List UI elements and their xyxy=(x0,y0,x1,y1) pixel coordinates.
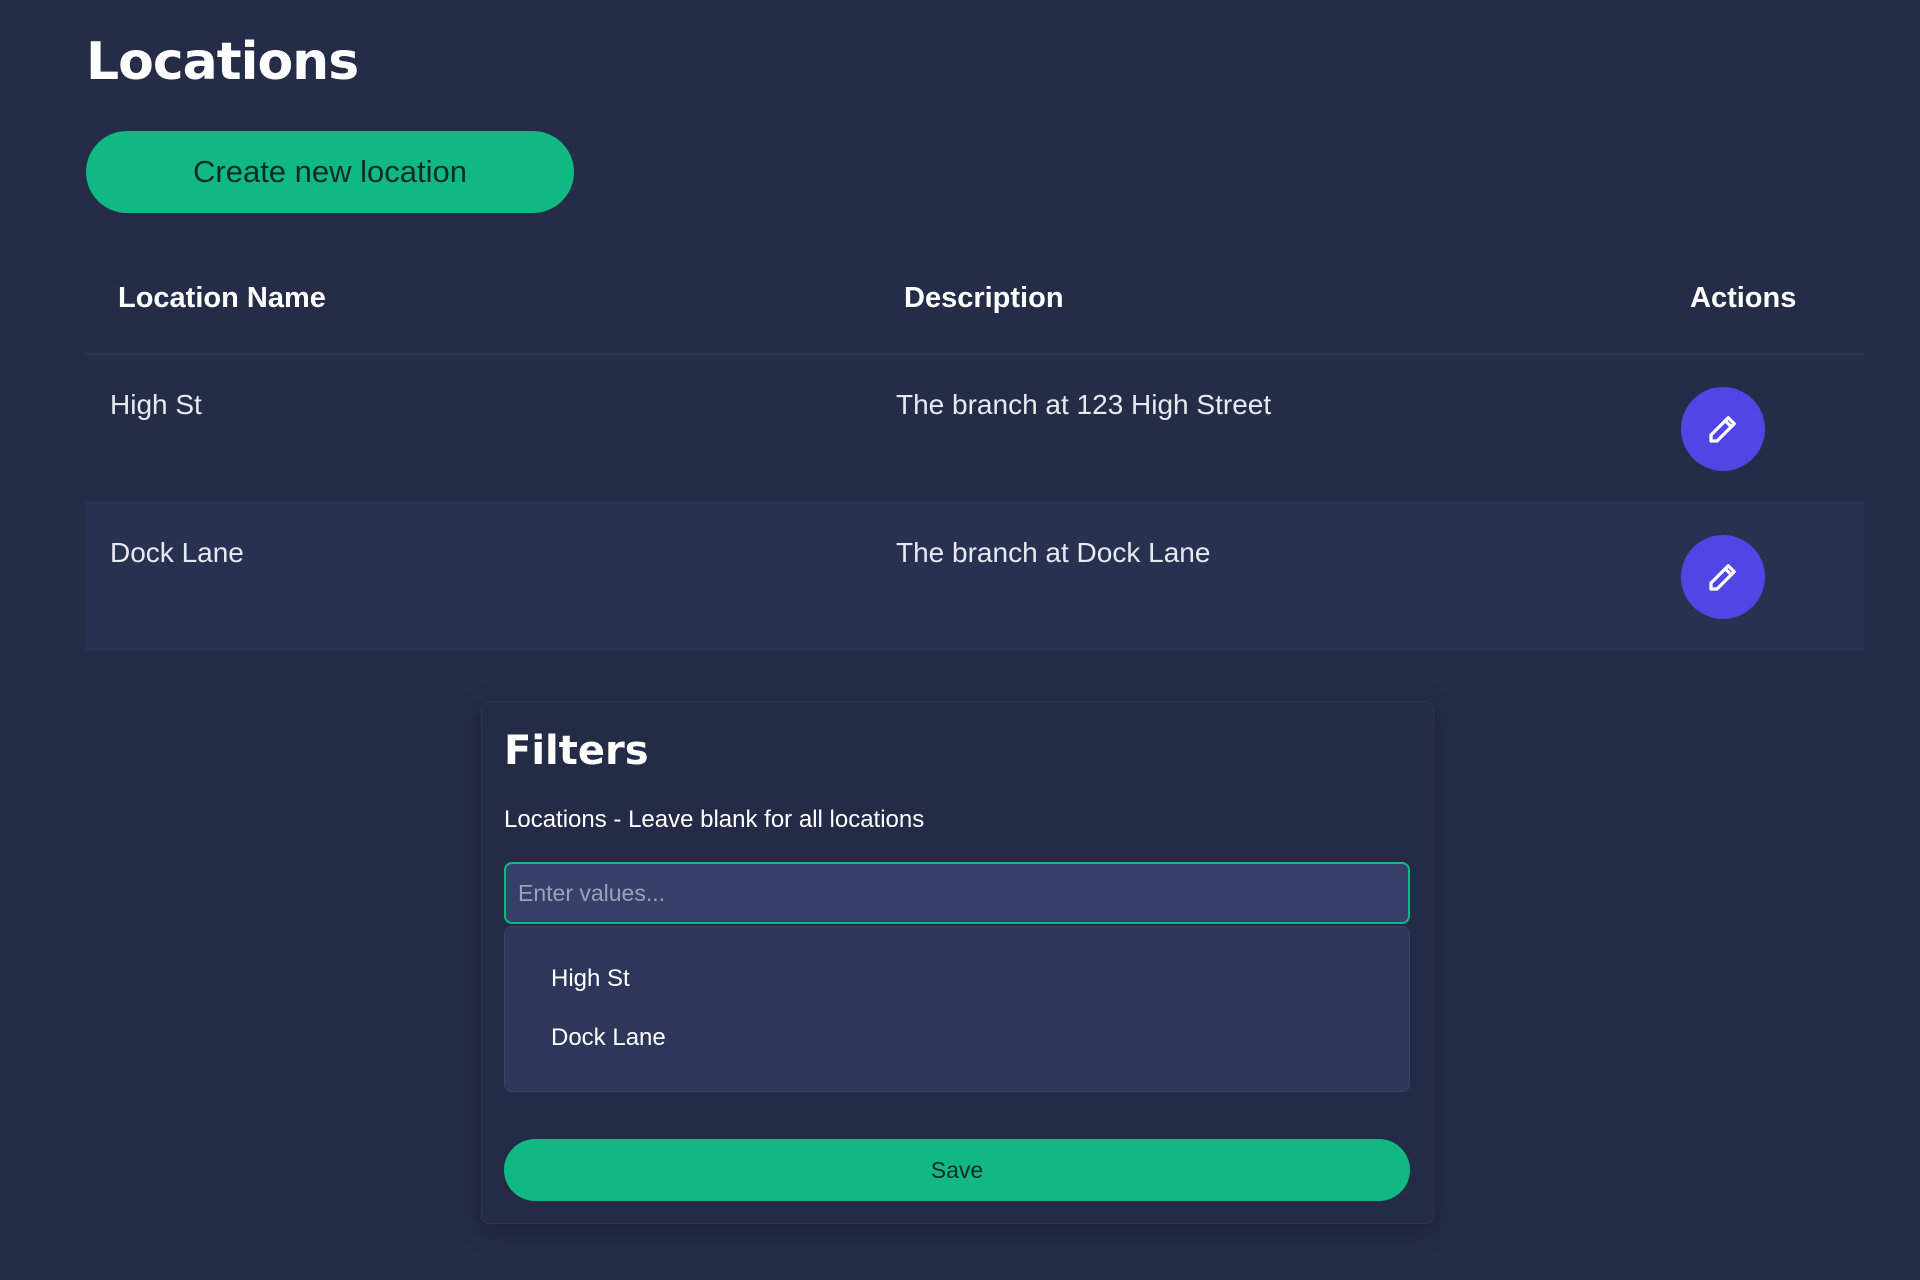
edit-location-button[interactable] xyxy=(1681,387,1765,471)
pencil-icon xyxy=(1709,416,1736,443)
location-name-cell: High St xyxy=(110,389,202,420)
locations-table: Location Name Description Actions High S… xyxy=(86,258,1864,651)
dropdown-option-dock-lane[interactable]: Dock Lane xyxy=(551,1024,666,1052)
locations-page: Locations Create new location Location N… xyxy=(0,0,1920,1280)
location-description-cell: The branch at 123 High Street xyxy=(896,389,1272,420)
create-location-button[interactable]: Create new location xyxy=(86,131,574,213)
location-description-cell: The branch at Dock Lane xyxy=(896,537,1211,568)
location-name-cell: Dock Lane xyxy=(110,537,244,568)
locations-filter-label: Locations - Leave blank for all location… xyxy=(504,806,925,833)
edit-location-button[interactable] xyxy=(1681,535,1765,619)
locations-dropdown: High St Dock Lane xyxy=(504,926,1410,1092)
save-button[interactable]: Save xyxy=(504,1139,1410,1201)
table-row: High St The branch at 123 High Street xyxy=(86,355,1864,503)
table-row: Dock Lane The branch at Dock Lane xyxy=(86,503,1864,651)
locations-filter-input[interactable] xyxy=(504,862,1410,924)
pencil-icon xyxy=(1709,564,1736,591)
column-header-actions: Actions xyxy=(1690,282,1797,314)
page-title: Locations xyxy=(86,32,359,92)
column-header-description: Description xyxy=(904,282,1064,314)
dropdown-option-high-st[interactable]: High St xyxy=(551,965,630,993)
filters-title: Filters xyxy=(504,728,649,774)
filters-panel: Filters Locations - Leave blank for all … xyxy=(481,701,1434,1224)
table-header: Location Name Description Actions xyxy=(86,258,1864,355)
column-header-location-name: Location Name xyxy=(118,282,326,314)
